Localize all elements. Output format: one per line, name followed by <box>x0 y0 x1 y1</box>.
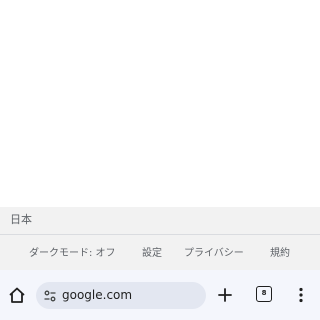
home-button[interactable] <box>7 286 27 304</box>
home-icon <box>9 287 25 303</box>
footer-region: 日本 <box>10 213 32 226</box>
menu-button[interactable] <box>294 286 308 304</box>
browser-toolbar: google.com 8 <box>0 270 320 320</box>
footer-divider <box>0 234 320 235</box>
tune-icon[interactable] <box>43 289 57 303</box>
tab-count: 8 <box>261 289 267 297</box>
more-vert-icon <box>299 287 303 303</box>
tab-switcher-button[interactable]: 8 <box>256 286 272 302</box>
page-content <box>0 0 320 207</box>
footer-links: ダークモード: オフ 設定 プライバシー 規約 <box>0 247 320 261</box>
browser-window: 日本 ダークモード: オフ 設定 プライバシー 規約 google.com 8 <box>0 0 320 320</box>
dark-mode-link[interactable]: ダークモード: オフ <box>29 247 116 261</box>
new-tab-button[interactable] <box>216 286 234 304</box>
page-footer: 日本 ダークモード: オフ 設定 プライバシー 規約 <box>0 207 320 270</box>
terms-link[interactable]: 規約 <box>270 247 290 261</box>
privacy-link[interactable]: プライバシー <box>184 247 244 261</box>
url-text[interactable]: google.com <box>62 288 132 303</box>
settings-link[interactable]: 設定 <box>142 247 162 261</box>
address-bar[interactable]: google.com <box>36 282 206 309</box>
plus-icon <box>218 288 232 302</box>
